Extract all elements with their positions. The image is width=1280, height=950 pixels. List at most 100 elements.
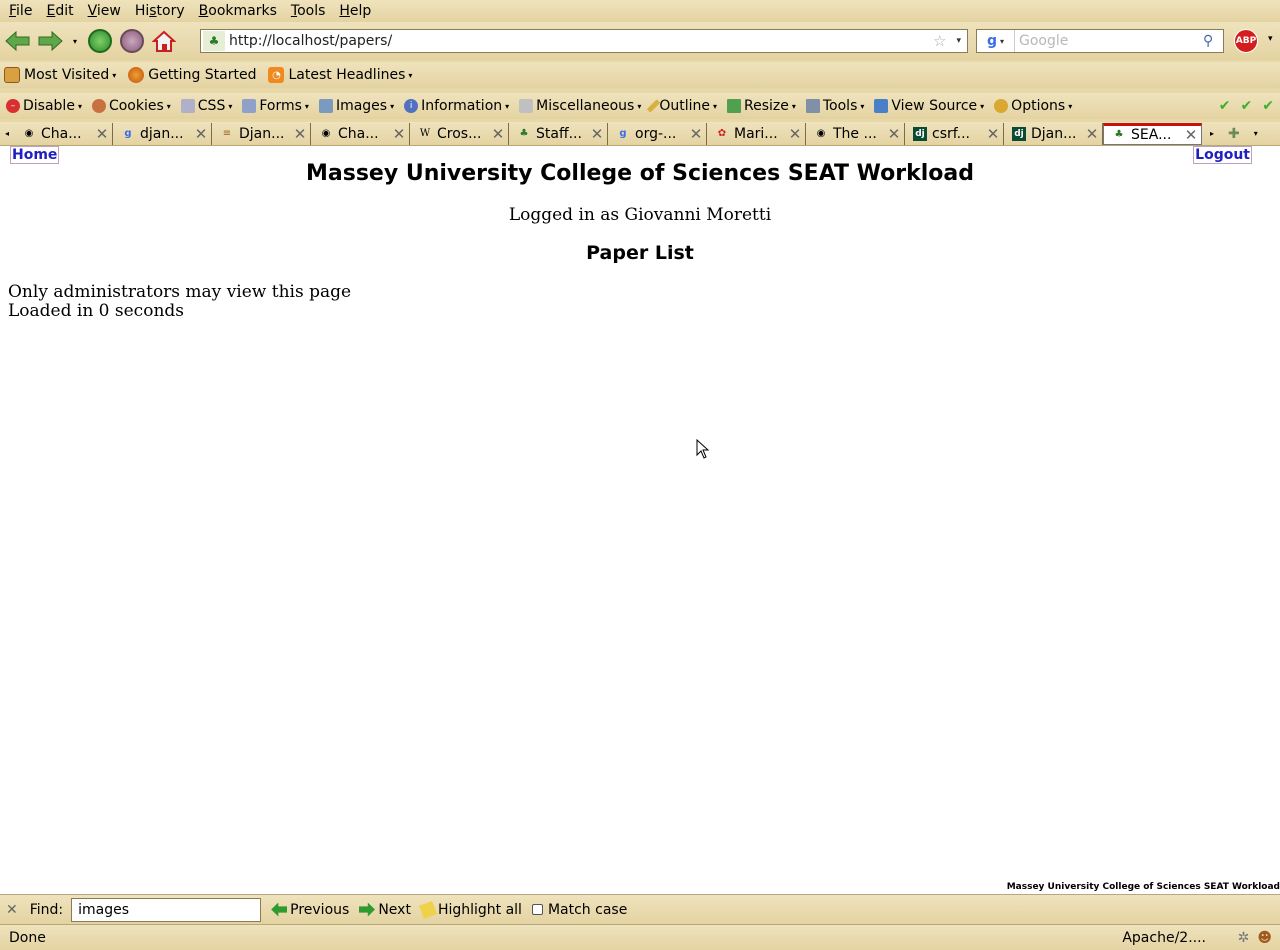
close-tab-icon[interactable]: ✕ <box>389 125 409 143</box>
history-dropdown[interactable]: ▾ <box>68 27 82 55</box>
dev-tools[interactable]: Tools ▾ <box>805 98 864 114</box>
tab[interactable]: ≡ Djan... ✕ <box>212 122 311 145</box>
close-tab-icon[interactable]: ✕ <box>587 125 607 143</box>
dev-images[interactable]: Images ▾ <box>318 98 394 114</box>
bookmark-latest-headlines[interactable]: ◔ Latest Headlines ▾ <box>268 67 412 83</box>
adblock-plus-icon[interactable]: ABP <box>1234 29 1258 53</box>
stop-button[interactable] <box>118 27 146 55</box>
close-tab-icon[interactable]: ✕ <box>785 125 805 143</box>
url-dropdown-icon[interactable]: ▾ <box>956 36 961 46</box>
close-tab-icon[interactable]: ✕ <box>1082 125 1102 143</box>
search-box[interactable]: g ▾ Google ⚲ <box>976 29 1224 53</box>
close-tab-icon[interactable]: ✕ <box>983 125 1003 143</box>
close-tab-icon[interactable]: ✕ <box>488 125 508 143</box>
bug-icon[interactable]: ✲ <box>1238 930 1250 946</box>
tab[interactable]: ◉ Cha... ✕ <box>14 122 113 145</box>
dev-options[interactable]: Options ▾ <box>994 98 1072 114</box>
status-text: Done <box>9 929 46 946</box>
dev-label: Tools <box>822 98 858 114</box>
web-developer-toolbar: – Disable ▾ Cookies ▾ CSS ▾ Forms ▾ Images ▾ i… <box>0 93 1280 119</box>
django-icon: dj <box>1012 126 1026 141</box>
tab-title: Cha... <box>41 125 82 142</box>
dev-forms[interactable]: Forms ▾ <box>242 98 309 114</box>
dev-cookies[interactable]: Cookies ▾ <box>91 98 171 114</box>
bookmark-star-icon[interactable]: ☆ <box>933 32 946 50</box>
menu-edit[interactable]: Edit <box>39 3 80 19</box>
flower-icon: ✿ <box>717 128 727 139</box>
tab-title: Djan... <box>1031 125 1077 142</box>
tab[interactable]: dj csrf... ✕ <box>905 122 1004 145</box>
forward-button[interactable] <box>36 27 64 55</box>
check-icon[interactable]: ✔ <box>1219 98 1231 114</box>
dev-label: Disable <box>23 98 75 114</box>
mouse-cursor-icon <box>696 439 710 459</box>
page-content: Home Logout Massey University College of… <box>0 146 1280 894</box>
adblock-dropdown-icon[interactable]: ▾ <box>1268 34 1273 44</box>
monkey-icon[interactable]: ☻ <box>1257 930 1272 946</box>
bookmark-most-visited[interactable]: Most Visited ▾ <box>4 67 116 83</box>
close-tab-icon[interactable]: ✕ <box>191 125 211 143</box>
menu-file[interactable]: File <box>2 3 39 19</box>
tab[interactable]: ♣ Staff... ✕ <box>509 122 608 145</box>
dev-information[interactable]: i Information ▾ <box>404 98 509 114</box>
rss-icon: ◔ <box>268 67 285 83</box>
find-input[interactable]: images <box>71 897 262 922</box>
search-input[interactable]: Google <box>1015 33 1203 49</box>
key-icon <box>994 99 1009 113</box>
checkbox-icon[interactable] <box>531 904 543 915</box>
bookmark-getting-started[interactable]: Getting Started <box>128 67 256 83</box>
tab[interactable]: g djan... ✕ <box>113 122 212 145</box>
home-button[interactable] <box>150 27 178 55</box>
cookies-icon <box>91 99 106 113</box>
dev-view-source[interactable]: View Source ▾ <box>874 98 984 114</box>
close-tab-icon[interactable]: ✕ <box>884 125 904 143</box>
tab-title: djan... <box>140 125 184 142</box>
dev-outline[interactable]: Outline ▾ <box>647 98 717 114</box>
tab-active[interactable]: ♣ SEA... ✕ <box>1103 122 1202 145</box>
highlight-all-button[interactable]: Highlight all <box>418 900 522 919</box>
close-tab-icon[interactable]: ✕ <box>290 125 310 143</box>
dev-css[interactable]: CSS ▾ <box>180 98 232 114</box>
dev-miscellaneous[interactable]: Miscellaneous ▾ <box>519 98 641 114</box>
reload-button[interactable] <box>86 27 114 55</box>
check-circle-icon[interactable]: ✔ <box>1262 98 1274 114</box>
close-tab-icon[interactable]: ✕ <box>92 125 112 143</box>
stack-icon: ≡ <box>222 128 232 139</box>
menu-help[interactable]: Help <box>332 3 378 19</box>
dev-disable[interactable]: – Disable ▾ <box>6 98 82 114</box>
google-engine-icon[interactable]: g ▾ <box>977 30 1015 52</box>
url-text[interactable]: http://localhost/papers/ <box>229 33 933 49</box>
bookmark-label: Getting Started <box>148 67 257 83</box>
url-bar[interactable]: ♣ http://localhost/papers/ ☆ ▾ <box>200 29 968 53</box>
new-tab-icon[interactable]: ✚ <box>1228 126 1240 142</box>
google-icon: g <box>124 128 132 139</box>
dev-resize[interactable]: Resize ▾ <box>727 98 796 114</box>
close-find-bar-icon[interactable]: ✕ <box>6 902 18 918</box>
menu-tools[interactable]: Tools <box>284 3 333 19</box>
tab[interactable]: g org-... ✕ <box>608 122 707 145</box>
dev-label: Cookies <box>108 98 164 114</box>
dev-label: View Source <box>891 98 978 114</box>
close-tab-icon[interactable]: ✕ <box>686 125 706 143</box>
miscellaneous-icon <box>519 99 534 113</box>
tab[interactable]: ◉ Cha... ✕ <box>311 122 410 145</box>
check-circle-icon[interactable]: ✔ <box>1241 98 1253 114</box>
tab[interactable]: W Cros... ✕ <box>410 122 509 145</box>
tab-scroll-left-icon[interactable]: ◂ <box>0 129 14 138</box>
search-icon[interactable]: ⚲ <box>1203 33 1223 49</box>
close-tab-icon[interactable]: ✕ <box>1181 126 1201 144</box>
match-case-checkbox[interactable]: Match case <box>531 902 627 918</box>
list-all-tabs-icon[interactable]: ▾ <box>1254 129 1258 138</box>
find-previous-button[interactable]: Previous <box>271 902 349 918</box>
wikipedia-icon: W <box>419 128 431 139</box>
tab-scroll-right-icon[interactable]: ▸ <box>1210 129 1214 138</box>
menu-history[interactable]: History <box>128 3 192 19</box>
tab[interactable]: dj Djan... ✕ <box>1004 122 1103 145</box>
tab[interactable]: ◉ The ... ✕ <box>806 122 905 145</box>
menu-view[interactable]: View <box>81 3 128 19</box>
back-button[interactable] <box>4 27 32 55</box>
images-icon <box>318 99 333 113</box>
find-next-button[interactable]: Next <box>359 902 411 918</box>
tab[interactable]: ✿ Mari... ✕ <box>707 122 806 145</box>
menu-bookmarks[interactable]: Bookmarks <box>192 3 284 19</box>
